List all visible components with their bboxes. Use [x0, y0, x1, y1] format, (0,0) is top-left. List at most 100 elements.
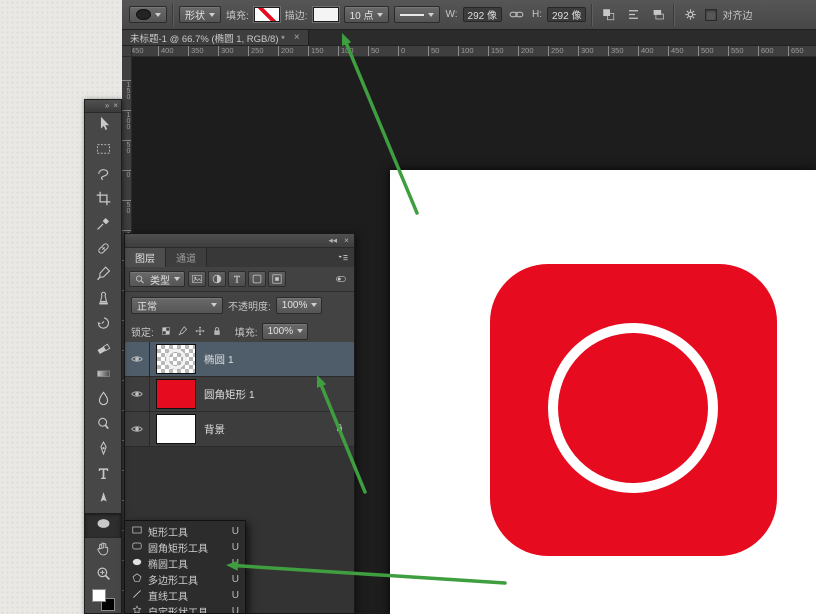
- ruler-label: 250: [248, 46, 264, 57]
- fill-label: 填充:: [226, 7, 249, 22]
- shape-menu-item[interactable]: 圆角矩形工具U: [125, 539, 245, 555]
- lock-row: 锁定: 填充: 100%: [125, 318, 354, 345]
- stroke-width-input[interactable]: 10 点: [344, 6, 390, 23]
- eyedropper-tool[interactable]: [85, 213, 121, 238]
- layer-row[interactable]: 椭圆 1: [125, 342, 354, 377]
- lock-transparent-button[interactable]: [158, 324, 174, 339]
- pixel-layer-filter-button[interactable]: [188, 271, 206, 287]
- close-document-icon[interactable]: ×: [294, 32, 300, 43]
- tab-channels[interactable]: 通道: [166, 248, 207, 267]
- gradient-tool-icon: [95, 365, 112, 387]
- stroke-style-preview: [400, 14, 424, 16]
- menu-item-shortcut: U: [232, 526, 239, 537]
- lock-pixels-button[interactable]: [175, 324, 191, 339]
- shape-menu-item[interactable]: 椭圆工具U: [125, 555, 245, 571]
- eraser-tool[interactable]: [85, 338, 121, 363]
- smart-object-filter-button[interactable]: [268, 271, 286, 287]
- horizontal-ruler[interactable]: 4504003503002502001501005005010015020025…: [132, 46, 816, 57]
- brush-tool[interactable]: [85, 263, 121, 288]
- height-input[interactable]: 292 像: [547, 7, 586, 22]
- layer-lock-icon: [334, 422, 345, 436]
- move-tool[interactable]: [85, 113, 121, 138]
- collapse-palette-icon[interactable]: »: [105, 101, 109, 111]
- lock-buttons: [158, 324, 225, 339]
- foreground-color-swatch[interactable]: [92, 589, 106, 602]
- adjustment-layer-filter-button[interactable]: [208, 271, 226, 287]
- gradient-tool[interactable]: [85, 363, 121, 388]
- divider: [172, 4, 174, 26]
- shape-menu-item[interactable]: 矩形工具U: [125, 523, 245, 539]
- path-operations-button[interactable]: [598, 6, 618, 24]
- collapse-panel-icon[interactable]: ◂◂: [328, 235, 337, 246]
- lock-all-button[interactable]: [209, 324, 225, 339]
- layer-row[interactable]: 圆角矩形 1: [125, 377, 354, 412]
- lasso-tool[interactable]: [85, 163, 121, 188]
- fill-opacity-label: 填充:: [235, 324, 258, 339]
- pen-tool[interactable]: [85, 438, 121, 463]
- brush-tool-icon: [95, 265, 112, 287]
- type-tool[interactable]: [85, 463, 121, 488]
- custom-shape-tool-icon: [131, 604, 143, 614]
- lock-position-button[interactable]: [192, 324, 208, 339]
- layer-thumbnail[interactable]: [156, 344, 196, 374]
- shape-menu-item[interactable]: 直线工具U: [125, 587, 245, 603]
- ellipse-tool-icon: [95, 515, 112, 537]
- blend-mode-dropdown[interactable]: 正常: [131, 297, 223, 314]
- shape-layer-filter-button[interactable]: [248, 271, 266, 287]
- layer-row[interactable]: 背景: [125, 412, 354, 447]
- fill-opacity-dropdown[interactable]: 100%: [262, 323, 308, 340]
- marquee-tool[interactable]: [85, 138, 121, 163]
- path-arrange-button[interactable]: [648, 6, 668, 24]
- width-input[interactable]: 292 像: [463, 7, 502, 22]
- dodge-tool[interactable]: [85, 413, 121, 438]
- shape-tool-menu-items: 矩形工具U圆角矩形工具U椭圆工具U多边形工具U直线工具U自定形状工具U: [125, 523, 245, 614]
- type-layer-filter-button[interactable]: [228, 271, 246, 287]
- history-brush-tool[interactable]: [85, 313, 121, 338]
- history-brush-tool-icon: [95, 315, 112, 337]
- document-tab[interactable]: 未标题-1 @ 66.7% (椭圆 1, RGB/8) * ×: [122, 30, 309, 45]
- stroke-swatch[interactable]: [313, 7, 339, 22]
- hand-tool[interactable]: [85, 538, 121, 563]
- tool-preset-dropdown[interactable]: [129, 6, 167, 23]
- opacity-label: 不透明度:: [228, 298, 271, 313]
- visibility-toggle[interactable]: [125, 412, 150, 446]
- zoom-tool[interactable]: [85, 563, 121, 588]
- shape-menu-item[interactable]: 自定形状工具U: [125, 603, 245, 614]
- layer-thumbnail[interactable]: [156, 414, 196, 444]
- ruler-label: 0: [122, 170, 132, 178]
- path-alignment-button[interactable]: [623, 6, 643, 24]
- menu-item-shortcut: U: [232, 574, 239, 585]
- opacity-dropdown[interactable]: 100%: [276, 297, 322, 314]
- path-selection-tool[interactable]: [85, 488, 121, 513]
- ruler-label: 50: [368, 46, 379, 57]
- gear-button[interactable]: [680, 6, 700, 24]
- divider: [591, 4, 593, 26]
- fill-swatch[interactable]: [254, 7, 280, 22]
- crop-tool[interactable]: [85, 188, 121, 213]
- blur-tool[interactable]: [85, 388, 121, 413]
- stroke-width-value: 10 点: [350, 7, 374, 22]
- ellipse-tool-preset-icon: [136, 9, 151, 20]
- visibility-toggle[interactable]: [125, 377, 150, 411]
- link-dimensions-icon[interactable]: [507, 6, 527, 24]
- shape-tool-menu: 矩形工具U圆角矩形工具U椭圆工具U多边形工具U直线工具U自定形状工具U: [124, 520, 246, 614]
- ruler-label: 200: [278, 46, 294, 57]
- healing-brush-tool[interactable]: [85, 238, 121, 263]
- filter-toggle-icon[interactable]: [332, 272, 350, 286]
- tools-list: [85, 113, 121, 588]
- visibility-toggle[interactable]: [125, 342, 150, 376]
- clone-stamp-tool[interactable]: [85, 288, 121, 313]
- stroke-type-dropdown[interactable]: [394, 6, 440, 23]
- shape-menu-item[interactable]: 多边形工具U: [125, 571, 245, 587]
- ellipse-tool[interactable]: [85, 513, 121, 538]
- tab-layers[interactable]: 图层: [125, 248, 166, 267]
- filter-type-dropdown[interactable]: 类型: [129, 271, 185, 287]
- layer-thumbnail[interactable]: [156, 379, 196, 409]
- close-panel-icon[interactable]: ×: [344, 235, 349, 246]
- panel-menu-icon[interactable]: [332, 248, 354, 267]
- height-label: H:: [532, 9, 542, 20]
- close-palette-icon[interactable]: ×: [113, 101, 118, 111]
- document-canvas[interactable]: [390, 170, 816, 614]
- tool-mode-dropdown[interactable]: 形状: [179, 6, 221, 23]
- align-edges-checkbox[interactable]: [705, 9, 717, 21]
